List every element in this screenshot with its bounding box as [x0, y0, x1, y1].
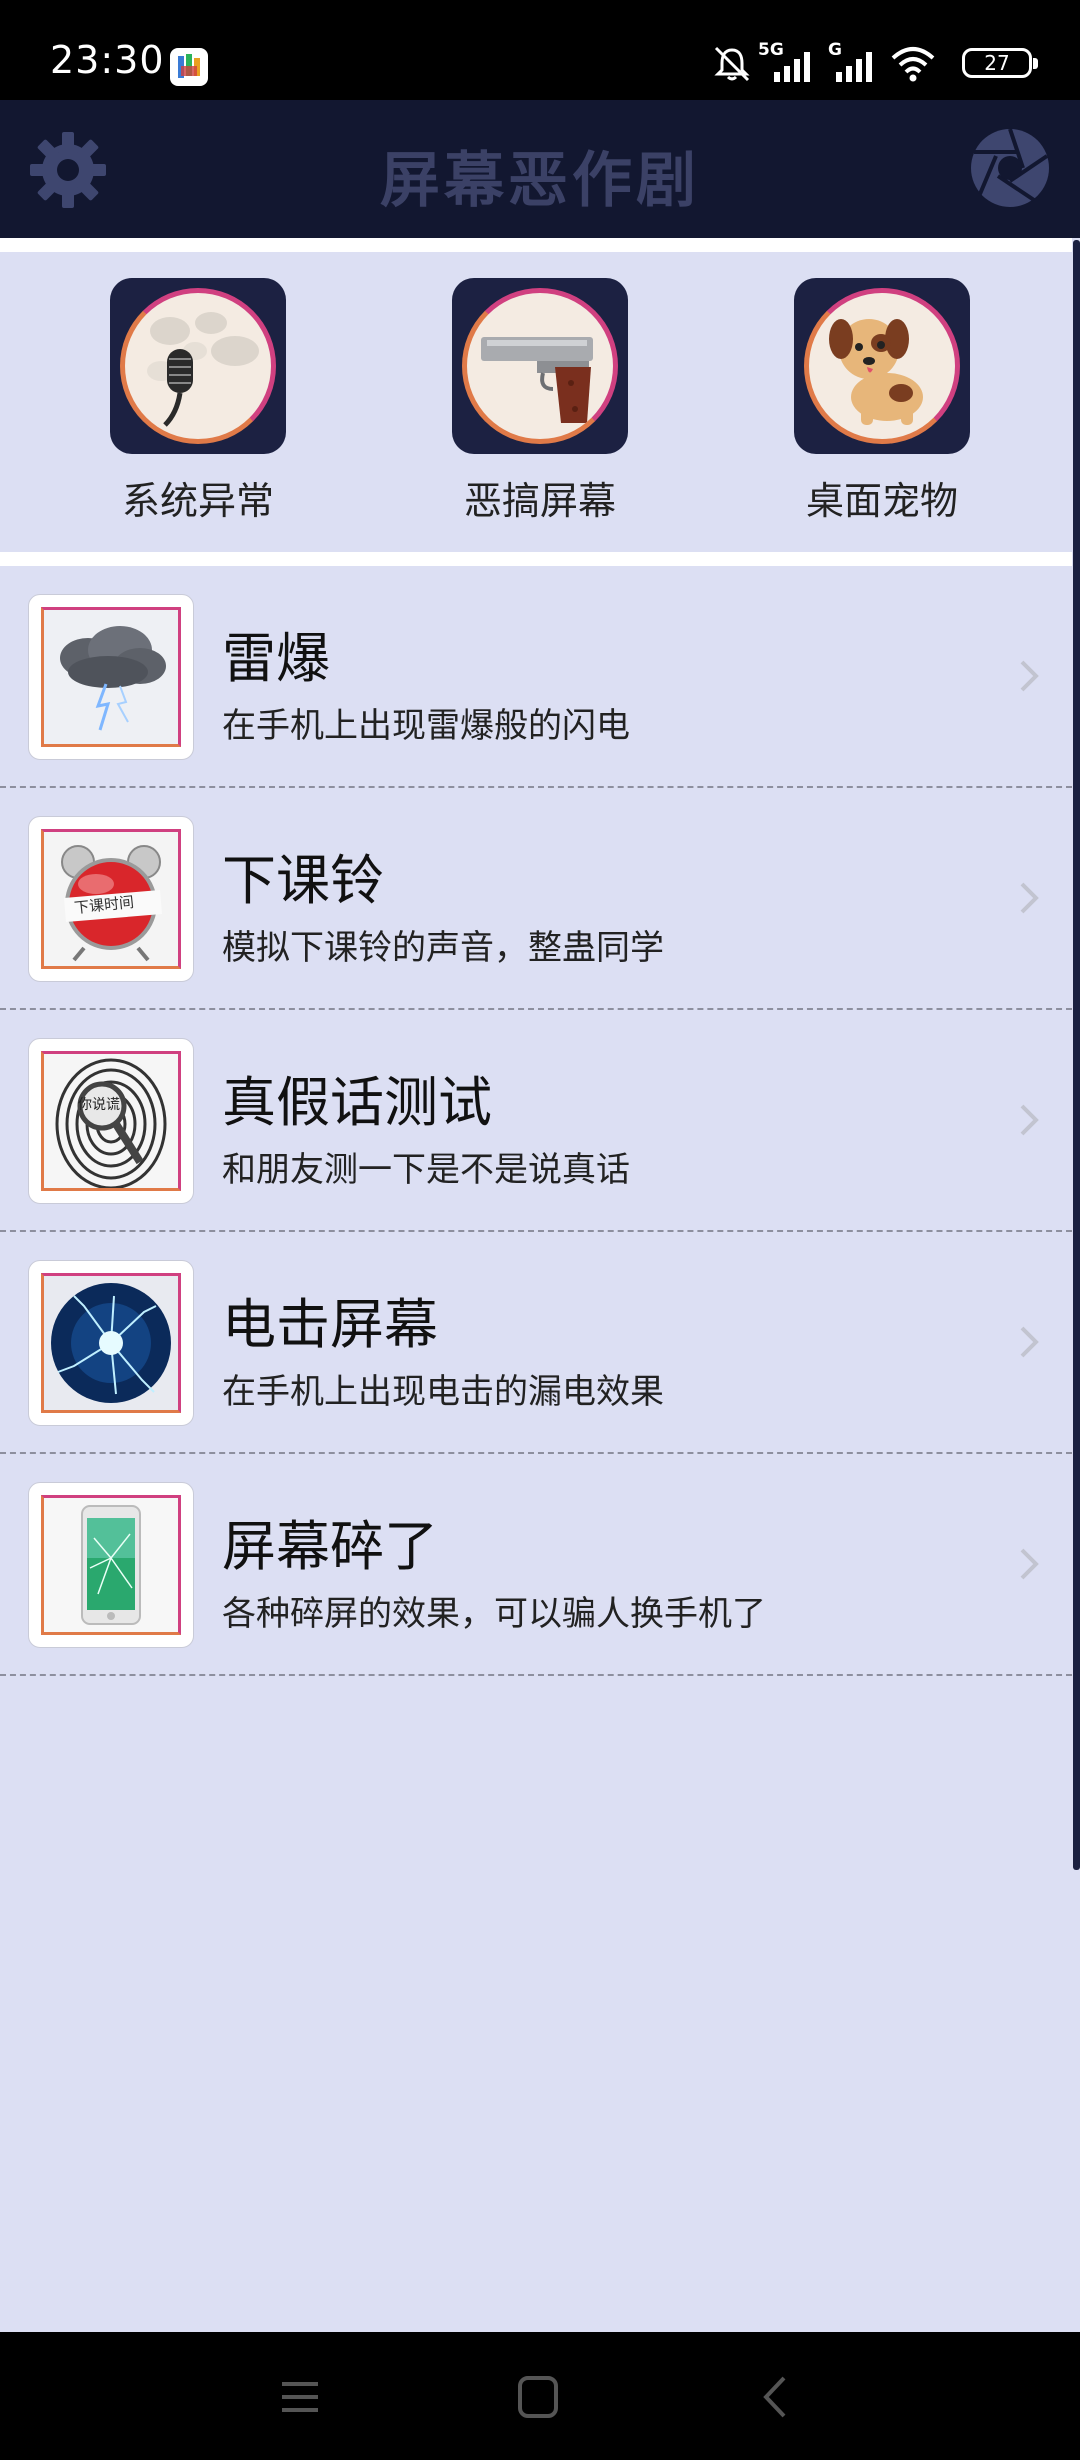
- fingerprint-icon: 你说谎: [41, 1051, 181, 1191]
- quick-actions: 系统异常 恶搞屏幕 桌面宠物: [0, 252, 1072, 552]
- chevron-right-icon: [1020, 882, 1039, 914]
- status-bar: 23:30 5G G 27: [0, 0, 1080, 100]
- camera-shutter-icon[interactable]: [968, 126, 1052, 210]
- alarm-clock-icon: 下课时间: [41, 829, 181, 969]
- cracked-phone-icon: [41, 1495, 181, 1635]
- bell-muted-icon: [714, 46, 750, 82]
- list-item-class-bell[interactable]: 下课时间 下课铃 模拟下课铃的声音，整蛊同学: [0, 788, 1072, 1010]
- list-item-lie-detector[interactable]: 你说谎 真假话测试 和朋友测一下是不是说真话: [0, 1010, 1072, 1232]
- fingerprint-badge: 你说谎: [78, 1097, 120, 1113]
- list-item-desc: 在手机上出现电击的漏电效果: [222, 1372, 664, 1412]
- quick-action-desktop-pet[interactable]: 桌面宠物: [752, 278, 1012, 525]
- puppy-icon: [804, 288, 960, 444]
- signal-5g-icon: [774, 52, 810, 82]
- menu-icon[interactable]: [270, 2372, 330, 2422]
- chevron-right-icon: [1020, 1548, 1039, 1580]
- storm-cloud-icon: [41, 607, 181, 747]
- quick-label-desktop-pet: 桌面宠物: [805, 479, 958, 523]
- divider-middle: [0, 552, 1072, 566]
- list-thumb: [28, 1260, 194, 1426]
- electric-plasma-icon: [41, 1273, 181, 1413]
- divider-top: [0, 238, 1072, 252]
- list-item-desc: 在手机上出现雷爆般的闪电: [222, 706, 630, 746]
- chevron-right-icon: [1020, 1104, 1039, 1136]
- quick-label-prank-screen: 恶搞屏幕: [463, 479, 616, 523]
- scrollbar[interactable]: [1073, 240, 1080, 1870]
- list-item-desc: 和朋友测一下是不是说真话: [222, 1150, 630, 1190]
- prank-list: 雷爆 在手机上出现雷爆般的闪电 下课时间 下课铃 模拟下课铃的声音，整蛊同学 你…: [0, 566, 1072, 1676]
- quick-tile: [110, 278, 286, 454]
- list-item-desc: 模拟下课铃的声音，整蛊同学: [222, 928, 664, 968]
- home-icon[interactable]: [508, 2372, 568, 2422]
- microphone-icon: [120, 288, 276, 444]
- quick-tile: [794, 278, 970, 454]
- chevron-right-icon: [1020, 660, 1039, 692]
- signal-g-icon: [836, 52, 872, 82]
- list-thumb: 你说谎: [28, 1038, 194, 1204]
- list-thumb: [28, 1482, 194, 1648]
- list-item-thunder[interactable]: 雷爆 在手机上出现雷爆般的闪电: [0, 566, 1072, 788]
- pistol-icon: [462, 288, 618, 444]
- list-item-desc: 各种碎屏的效果，可以骗人换手机了: [222, 1594, 766, 1634]
- battery-level: 27: [984, 51, 1010, 75]
- battery-icon: 27: [962, 48, 1038, 78]
- list-item-title: 下课铃: [222, 849, 384, 912]
- status-icons: 5G G 27: [712, 40, 1038, 84]
- app-title: 屏幕恶作剧: [380, 146, 700, 216]
- list-item-title: 电击屏幕: [222, 1293, 438, 1356]
- system-nav-bar: [0, 2332, 1080, 2460]
- back-icon[interactable]: [748, 2372, 808, 2422]
- list-item-title: 真假话测试: [222, 1071, 492, 1134]
- list-item-title: 屏幕碎了: [222, 1515, 438, 1578]
- quick-action-prank-screen[interactable]: 恶搞屏幕: [410, 278, 670, 525]
- app-badge-icon: [170, 48, 208, 86]
- chevron-right-icon: [1020, 1326, 1039, 1358]
- status-time: 23:30: [50, 38, 165, 82]
- app-bar: 屏幕恶作剧: [0, 100, 1080, 238]
- quick-tile: [452, 278, 628, 454]
- list-thumb: 下课时间: [28, 816, 194, 982]
- list-item-electric-shock[interactable]: 电击屏幕 在手机上出现电击的漏电效果: [0, 1232, 1072, 1454]
- list-item-title: 雷爆: [222, 627, 330, 690]
- wifi-icon: [891, 47, 935, 82]
- list-item-cracked-screen[interactable]: 屏幕碎了 各种碎屏的效果，可以骗人换手机了: [0, 1454, 1072, 1676]
- quick-action-system-error[interactable]: 系统异常: [68, 278, 328, 525]
- list-thumb: [28, 594, 194, 760]
- quick-label-system-error: 系统异常: [121, 479, 274, 523]
